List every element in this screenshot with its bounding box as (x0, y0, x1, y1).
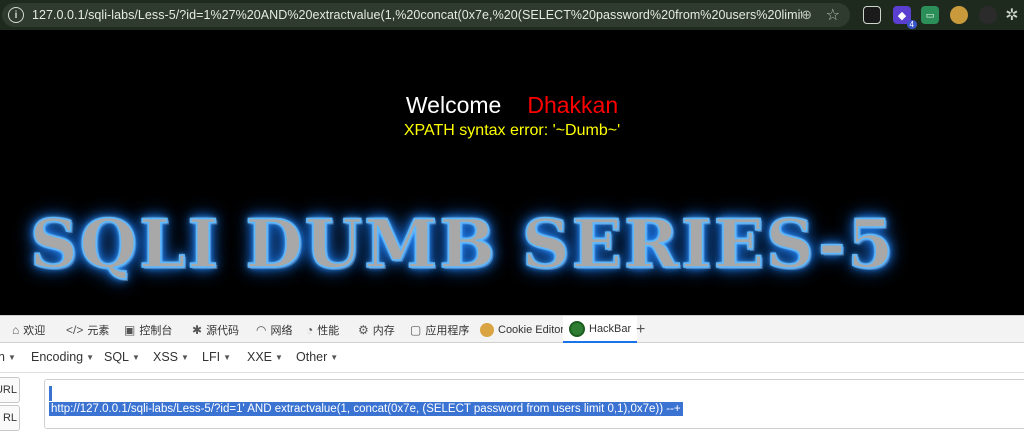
gauge-icon: ◔ (306, 322, 314, 337)
extension-cookie-icon[interactable] (950, 6, 968, 24)
app-icon: ▢ (410, 322, 422, 337)
extension-badge: 4 (906, 20, 917, 29)
extension-terminal-icon[interactable]: ▭ (921, 6, 939, 24)
info-icon[interactable]: i (8, 7, 24, 23)
hackbar-url-textarea[interactable]: http://127.0.0.1/sqli-labs/Less-5/?id=1'… (44, 379, 1024, 429)
tab-memory[interactable]: ⚙ 内存 (358, 316, 395, 343)
code-icon: </> (66, 322, 84, 337)
browser-toolbar: i 127.0.0.1/sqli-labs/Less-5/?id=1%27%20… (0, 0, 1024, 30)
devtools-tab-bar: ⌂ 欢迎 </> 元素 ▣ 控制台 ✱ 源代码 ◠ 网络 ◔ 性能 ⚙ 内存 ▢… (0, 315, 1024, 343)
extension-shield-icon[interactable]: ◆ 4 (893, 6, 917, 29)
tab-label: HackBar (589, 322, 632, 335)
plus-icon: + (636, 320, 646, 338)
tab-label: Cookie Editor (498, 323, 565, 336)
split-url-button[interactable]: RL (0, 405, 20, 431)
hackbar-body: URL RL http://127.0.0.1/sqli-labs/Less-5… (0, 373, 1024, 435)
welcome-text: Welcome (405, 92, 502, 118)
welcome-line: Welcome Dhakkan (0, 92, 1024, 119)
menu-other[interactable]: Other ▼ (296, 350, 338, 364)
extensions-puzzle-icon[interactable]: ✲ (1003, 6, 1021, 24)
address-url[interactable]: 127.0.0.1/sqli-labs/Less-5/?id=1%27%20AN… (32, 8, 802, 22)
selection-first-line (49, 386, 52, 401)
tab-label: 控制台 (139, 324, 173, 337)
menu-partial[interactable]: n ▼ (0, 350, 16, 364)
extension-hat-icon[interactable] (979, 6, 997, 24)
page-content: Welcome Dhakkan XPATH syntax error: '~Dum… (0, 30, 1024, 315)
address-bar[interactable]: i 127.0.0.1/sqli-labs/Less-5/?id=1%27%20… (2, 3, 850, 27)
menu-xxe[interactable]: XXE ▼ (247, 350, 283, 364)
zoom-icon[interactable]: ⊕ (801, 7, 812, 23)
bug-icon: ✱ (192, 322, 203, 337)
load-url-button[interactable]: URL (0, 377, 20, 403)
home-icon: ⌂ (12, 322, 20, 337)
tab-welcome[interactable]: ⌂ 欢迎 (12, 316, 45, 343)
menu-sql[interactable]: SQL ▼ (104, 350, 140, 364)
console-icon: ▣ (124, 322, 136, 337)
xpath-error-message: XPATH syntax error: '~Dumb~' (403, 122, 621, 139)
cookie-icon (480, 322, 494, 337)
hackbar-icon (569, 320, 585, 337)
tab-label: 源代码 (206, 324, 240, 337)
tab-label: 网络 (270, 324, 293, 337)
tab-label: 元素 (87, 324, 110, 337)
menu-lfi[interactable]: LFI ▼ (202, 350, 231, 364)
hackbar-menu: n ▼ Encoding ▼ SQL ▼ XSS ▼ LFI ▼ XXE ▼ Other ▼ (0, 343, 1024, 373)
wifi-icon: ◠ (256, 322, 267, 337)
tab-performance[interactable]: ◔ 性能 (306, 316, 339, 343)
hackbar-url-text[interactable]: http://127.0.0.1/sqli-labs/Less-5/?id=1'… (49, 402, 683, 416)
tab-hackbar[interactable]: HackBar (563, 316, 638, 343)
bookmark-star-icon[interactable]: ☆ (826, 5, 840, 25)
tab-elements[interactable]: </> 元素 (66, 316, 109, 343)
tab-cookie-editor[interactable]: Cookie Editor (480, 316, 564, 343)
add-tab-button[interactable]: + (636, 316, 645, 343)
tab-network[interactable]: ◠ 网络 (256, 316, 292, 343)
tab-label: 内存 (372, 324, 395, 337)
tab-console[interactable]: ▣ 控制台 (124, 316, 172, 343)
menu-xss[interactable]: XSS ▼ (153, 350, 189, 364)
user-name: Dhakkan (527, 92, 619, 118)
series-banner: SQLI DUMB SERIES-5 (29, 204, 896, 284)
tab-label: 应用程序 (425, 324, 470, 337)
memory-icon: ⚙ (358, 322, 369, 337)
tab-label: 性能 (317, 324, 340, 337)
menu-encoding[interactable]: Encoding ▼ (31, 350, 94, 364)
tab-application[interactable]: ▢ 应用程序 (410, 316, 469, 343)
tab-label: 欢迎 (23, 324, 46, 337)
extension-glasses-icon[interactable] (863, 6, 881, 24)
tab-sources[interactable]: ✱ 源代码 (192, 316, 239, 343)
